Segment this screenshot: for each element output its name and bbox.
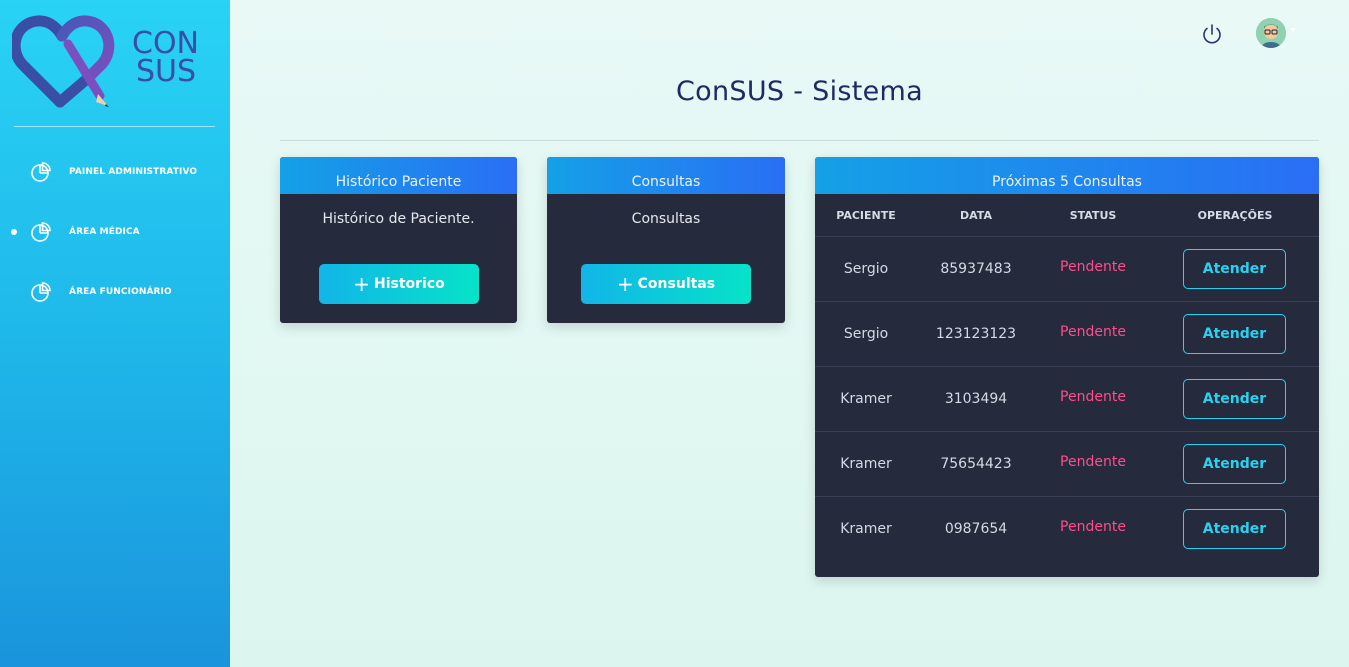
table-row: Kramer 0987654 Pendente Atender xyxy=(815,497,1319,562)
status-badge: Pendente xyxy=(1060,519,1126,535)
cell-data: 85937483 xyxy=(940,261,1012,277)
column-header-status: STATUS xyxy=(1069,209,1117,222)
logo-text: CON SUS xyxy=(132,26,200,89)
card-text: Histórico de Paciente. xyxy=(322,211,475,227)
status-badge: Pendente xyxy=(1060,259,1126,275)
sidebar-item-area-medica[interactable]: ÁREA MÉDICA xyxy=(0,217,230,247)
sidebar-item-label: ÁREA FUNCIONÁRIO xyxy=(69,287,172,297)
cell-data: 0987654 xyxy=(944,521,1008,537)
card-header: Próximas 5 Consultas xyxy=(815,157,1319,194)
cell-paciente: Kramer xyxy=(840,391,892,407)
card-header: Histórico Paciente xyxy=(280,157,517,194)
user-avatar[interactable] xyxy=(1256,18,1286,48)
table-header-row: PACIENTE DATA STATUS OPERAÇÕES xyxy=(815,194,1319,237)
pie-chart-icon xyxy=(31,162,51,182)
plus-icon: + xyxy=(616,272,634,296)
historico-card: Histórico Paciente Histórico de Paciente… xyxy=(280,157,517,323)
consultas-card: Consultas Consultas + Consultas xyxy=(547,157,785,323)
button-label: Consultas xyxy=(637,276,716,292)
atender-button[interactable]: Atender xyxy=(1183,314,1286,354)
card-text: Consultas xyxy=(631,211,701,227)
cell-paciente: Kramer xyxy=(840,456,892,472)
add-historico-button[interactable]: + Historico xyxy=(319,264,479,304)
column-header-data: DATA xyxy=(960,209,992,222)
consultas-table: PACIENTE DATA STATUS OPERAÇÕES Sergio 85… xyxy=(815,194,1319,562)
status-badge: Pendente xyxy=(1060,324,1126,340)
atender-button[interactable]: Atender xyxy=(1183,379,1286,419)
chevron-down-icon[interactable] xyxy=(1290,28,1296,32)
column-header-operacoes: OPERAÇÕES xyxy=(1197,209,1273,222)
sidebar-item-area-funcionario[interactable]: ÁREA FUNCIONÁRIO xyxy=(0,277,230,307)
sidebar-item-label: PAINEL ADMINISTRATIVO xyxy=(69,167,198,177)
atender-button[interactable]: Atender xyxy=(1183,249,1286,289)
cell-paciente: Sergio xyxy=(843,261,889,277)
table-row: Sergio 85937483 Pendente Atender xyxy=(815,237,1319,302)
power-icon[interactable] xyxy=(1200,22,1224,46)
status-badge: Pendente xyxy=(1060,389,1126,405)
avatar-icon xyxy=(1256,18,1286,48)
cell-paciente: Sergio xyxy=(843,326,889,342)
plus-icon: + xyxy=(353,272,370,296)
table-row: Kramer 75654423 Pendente Atender xyxy=(815,432,1319,497)
table-row: Kramer 3103494 Pendente Atender xyxy=(815,367,1319,432)
cell-data: 123123123 xyxy=(935,326,1017,342)
pie-chart-icon xyxy=(31,282,51,302)
add-consultas-button[interactable]: + Consultas xyxy=(581,264,751,304)
table-row: Sergio 123123123 Pendente Atender xyxy=(815,302,1319,367)
column-header-paciente: PACIENTE xyxy=(836,209,896,222)
sidebar: CON SUS PAINEL ADMINISTRATIVO ÁREA MÉDIC… xyxy=(0,0,230,667)
page-title: ConSUS - Sistema xyxy=(676,76,923,107)
cell-data: 3103494 xyxy=(944,391,1008,407)
status-badge: Pendente xyxy=(1060,454,1126,470)
pie-chart-icon xyxy=(31,222,51,242)
active-indicator xyxy=(11,229,17,235)
title-divider xyxy=(280,140,1319,141)
cell-paciente: Kramer xyxy=(840,521,892,537)
cell-data: 75654423 xyxy=(940,456,1012,472)
button-label: Historico xyxy=(373,276,445,292)
atender-button[interactable]: Atender xyxy=(1183,444,1286,484)
card-header: Consultas xyxy=(547,157,785,194)
proximas-consultas-card: Próximas 5 Consultas PACIENTE DATA STATU… xyxy=(815,157,1319,577)
sidebar-divider xyxy=(14,126,215,127)
sidebar-item-label: ÁREA MÉDICA xyxy=(69,227,140,237)
sidebar-item-painel-administrativo[interactable]: PAINEL ADMINISTRATIVO xyxy=(0,157,230,187)
atender-button[interactable]: Atender xyxy=(1183,509,1286,549)
